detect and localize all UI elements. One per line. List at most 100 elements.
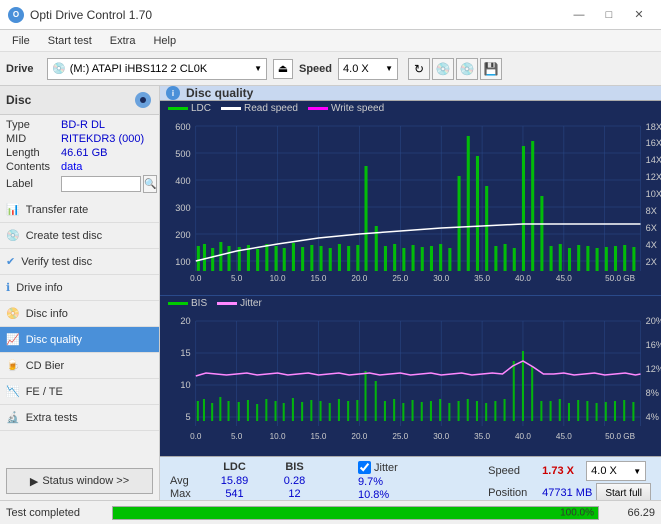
legend-jitter: Jitter	[217, 298, 262, 309]
disc-mid-value: RITEKDR3 (000)	[61, 133, 144, 145]
max-label: Max	[170, 488, 202, 500]
legend-bis-color	[168, 302, 188, 305]
disc-action-button[interactable]: 💿	[432, 58, 454, 80]
transfer-rate-label: Transfer rate	[26, 204, 89, 216]
svg-text:18X: 18X	[646, 122, 661, 132]
legend-ldc-label: LDC	[191, 103, 211, 114]
disc-section-title: Disc	[6, 93, 31, 107]
svg-text:16X: 16X	[646, 138, 661, 148]
legend-read-speed-color	[221, 107, 241, 110]
status-window-button[interactable]: ▶ Status window >>	[6, 468, 153, 494]
drive-info-label: Drive info	[16, 282, 62, 294]
close-button[interactable]: ✕	[625, 5, 653, 25]
disc-mid-label: MID	[6, 133, 61, 145]
svg-text:45.0: 45.0	[556, 432, 572, 441]
progress-bar-fill	[113, 507, 598, 519]
position-value: 47731 MB	[542, 487, 592, 499]
extra-tests-icon: 🔬	[6, 411, 20, 424]
speed-select[interactable]: 4.0 X ▼	[338, 58, 398, 80]
start-full-button[interactable]: Start full	[596, 483, 651, 500]
save-button[interactable]: 💾	[480, 58, 502, 80]
svg-text:25.0: 25.0	[392, 274, 408, 283]
sidebar-item-disc-info[interactable]: 📀 Disc info	[0, 301, 159, 327]
chart-title: Disc quality	[186, 86, 253, 100]
svg-text:14X: 14X	[646, 155, 661, 165]
legend-write-speed-label: Write speed	[331, 103, 384, 114]
disc-contents-value[interactable]: data	[61, 161, 82, 173]
sidebar-item-create-test-disc[interactable]: 💿 Create test disc	[0, 223, 159, 249]
disc-action2-button[interactable]: 💿	[456, 58, 478, 80]
verify-test-disc-label: Verify test disc	[21, 256, 92, 268]
speed-select-value: 4.0 X	[591, 465, 617, 477]
menu-file[interactable]: File	[4, 33, 38, 49]
speed-stat-select[interactable]: 4.0 X ▼	[586, 461, 646, 481]
disc-length-row: Length 46.61 GB	[6, 147, 153, 159]
disc-type-row: Type BD-R DL	[6, 119, 153, 131]
sidebar-item-verify-test-disc[interactable]: ✔ Verify test disc	[0, 249, 159, 275]
top-chart-legend: LDC Read speed Write speed	[160, 101, 661, 116]
minimize-button[interactable]: —	[565, 5, 593, 25]
max-bis-value: 12	[267, 488, 322, 500]
svg-text:30.0: 30.0	[433, 274, 449, 283]
bis-column-header: BIS	[267, 461, 322, 473]
menu-extra[interactable]: Extra	[102, 33, 144, 49]
maximize-button[interactable]: □	[595, 5, 623, 25]
status-right-value: 66.29	[605, 507, 655, 519]
cd-bier-label: CD Bier	[26, 360, 65, 372]
sidebar-item-drive-info[interactable]: ℹ Drive info	[0, 275, 159, 301]
speed-value: 4.0 X	[343, 63, 369, 75]
bottom-chart-svg: 20 15 10 5 20% 16% 12% 8% 4% 0.0 5.0 10.…	[160, 311, 661, 451]
content-area: i Disc quality LDC Read speed	[160, 86, 661, 500]
avg-label: Avg	[170, 475, 202, 487]
fe-te-label: FE / TE	[26, 386, 63, 398]
disc-quality-label: Disc quality	[26, 334, 82, 346]
legend-jitter-label: Jitter	[240, 298, 262, 309]
disc-label-input[interactable]	[61, 176, 141, 192]
disc-info-icon: 📀	[6, 307, 20, 320]
menu-start-test[interactable]: Start test	[40, 33, 100, 49]
jitter-checkbox[interactable]	[358, 461, 371, 474]
svg-text:40.0: 40.0	[515, 432, 531, 441]
titlebar-left: O Opti Drive Control 1.70	[8, 7, 152, 23]
svg-text:20.0: 20.0	[351, 432, 367, 441]
status-window-label: Status window >>	[42, 475, 129, 487]
drive-value: (M:) ATAPI iHBS112 2 CL0K	[70, 63, 208, 75]
sidebar: Disc Type BD-R DL MID RITEKDR3 (000) Len…	[0, 86, 160, 500]
svg-text:600: 600	[175, 122, 190, 132]
sidebar-item-transfer-rate[interactable]: 📊 Transfer rate	[0, 197, 159, 223]
transfer-rate-icon: 📊	[6, 203, 20, 216]
eject-button[interactable]: ⏏	[273, 59, 293, 79]
svg-text:5.0: 5.0	[231, 274, 243, 283]
svg-text:4%: 4%	[646, 412, 659, 422]
svg-text:35.0: 35.0	[474, 274, 490, 283]
svg-text:8X: 8X	[646, 206, 657, 216]
sidebar-item-extra-tests[interactable]: 🔬 Extra tests	[0, 405, 159, 431]
svg-text:15.0: 15.0	[311, 274, 327, 283]
refresh-button[interactable]: ↻	[408, 58, 430, 80]
svg-text:15.0: 15.0	[311, 432, 327, 441]
sidebar-item-disc-quality[interactable]: 📈 Disc quality	[0, 327, 159, 353]
drive-label: Drive	[6, 63, 41, 75]
svg-text:6X: 6X	[646, 223, 657, 233]
sidebar-item-cd-bier[interactable]: 🍺 CD Bier	[0, 353, 159, 379]
disc-length-label: Length	[6, 147, 61, 159]
avg-ldc-value: 15.89	[202, 475, 267, 487]
legend-bis-label: BIS	[191, 298, 207, 309]
svg-text:20%: 20%	[646, 316, 661, 326]
svg-text:20: 20	[180, 316, 190, 326]
disc-section-header: Disc	[0, 86, 159, 115]
drive-select[interactable]: 💿 (M:) ATAPI iHBS112 2 CL0K ▼	[47, 58, 267, 80]
legend-ldc: LDC	[168, 103, 211, 114]
disc-contents-row: Contents data	[6, 161, 153, 173]
sidebar-item-fe-te[interactable]: 📉 FE / TE	[0, 379, 159, 405]
disc-label-search-button[interactable]: 🔍	[143, 175, 157, 193]
position-label: Position	[488, 487, 538, 499]
drivebar: Drive 💿 (M:) ATAPI iHBS112 2 CL0K ▼ ⏏ Sp…	[0, 52, 661, 86]
legend-ldc-color	[168, 107, 188, 110]
svg-text:100: 100	[175, 257, 190, 267]
svg-text:10: 10	[180, 380, 190, 390]
menu-help[interactable]: Help	[145, 33, 184, 49]
disc-contents-label: Contents	[6, 161, 61, 173]
svg-text:300: 300	[175, 203, 190, 213]
legend-bis: BIS	[168, 298, 207, 309]
